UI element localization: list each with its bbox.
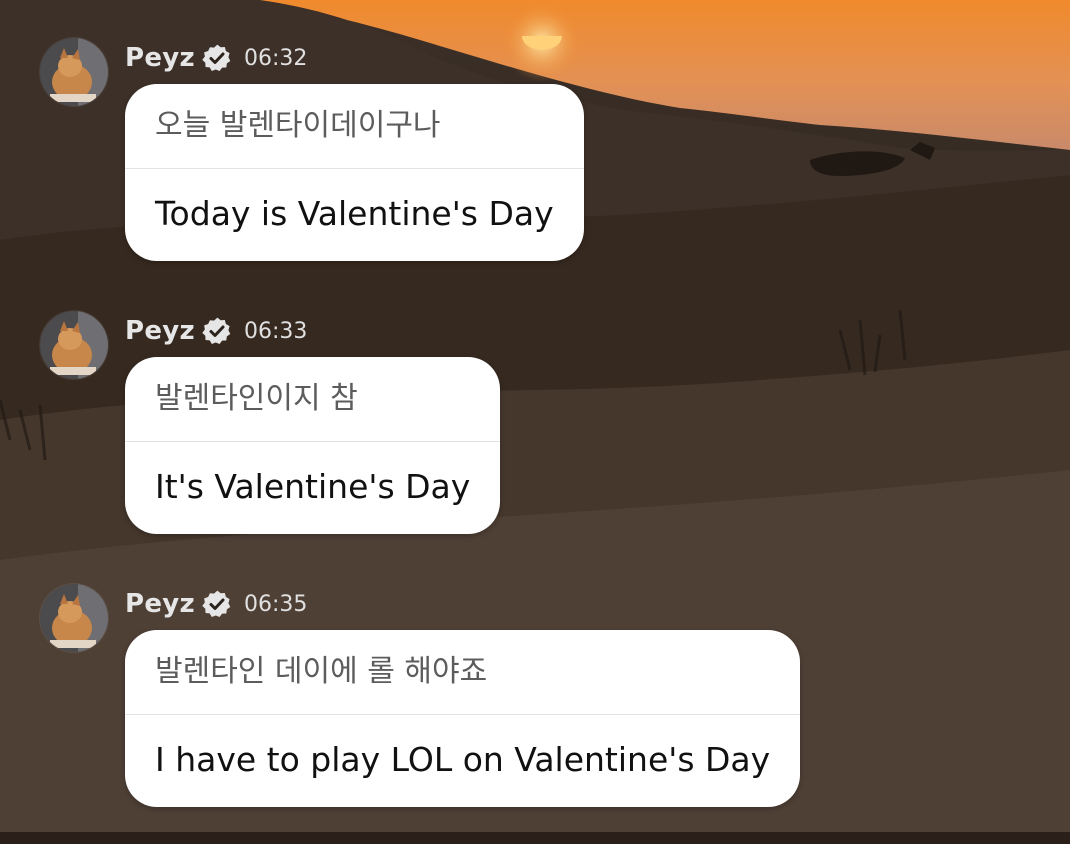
message-bubble[interactable]: 오늘 발렌타이데이구나 Today is Valentine's Day (125, 84, 584, 261)
message-bubble[interactable]: 발렌타인 데이에 롤 해야죠 I have to play LOL on Val… (125, 630, 801, 807)
translated-text: Today is Valentine's Day (155, 194, 554, 233)
avatar[interactable] (40, 584, 108, 652)
avatar[interactable] (40, 311, 108, 379)
verified-badge-icon (202, 43, 232, 73)
chat-message: Peyz 06:35 발렌타인 데이에 롤 해야죠 I have to play… (0, 584, 1070, 844)
original-text: 오늘 발렌타이데이구나 (125, 84, 584, 169)
message-bubble[interactable]: 발렌타인이지 참 It's Valentine's Day (125, 357, 501, 534)
translated-text: I have to play LOL on Valentine's Day (155, 740, 771, 779)
timestamp: 06:33 (243, 318, 308, 344)
verified-badge-icon (202, 316, 232, 346)
sender-name[interactable]: Peyz (125, 589, 195, 619)
timestamp: 06:35 (243, 591, 308, 617)
chat-message: Peyz 06:33 발렌타인이지 참 It's Valentine's Day (0, 311, 1070, 571)
chat-message: Peyz 06:32 오늘 발렌타이데이구나 Today is Valentin… (0, 38, 1070, 298)
sender-name[interactable]: Peyz (125, 316, 195, 346)
avatar[interactable] (40, 38, 108, 106)
original-text: 발렌타인 데이에 롤 해야죠 (125, 630, 801, 715)
original-text: 발렌타인이지 참 (125, 357, 501, 442)
sender-name[interactable]: Peyz (125, 43, 195, 73)
translated-text: It's Valentine's Day (155, 467, 471, 506)
timestamp: 06:32 (243, 45, 308, 71)
verified-badge-icon (202, 589, 232, 619)
